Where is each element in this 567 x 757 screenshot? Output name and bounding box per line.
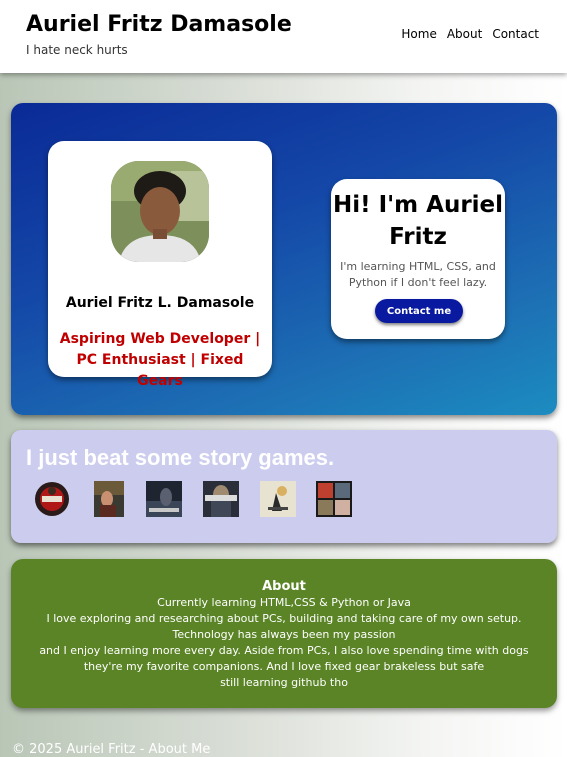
profile-role: Aspiring Web Developer | PC Enthusiast |… <box>59 331 261 389</box>
games-section: I just beat some story games. <box>11 430 557 543</box>
site-tagline: I hate neck hurts <box>26 43 128 57</box>
about-line: Technology has always been my passion <box>172 628 396 641</box>
site-header: Auriel Fritz Damasole I hate neck hurts … <box>0 0 567 73</box>
profile-photo <box>111 161 209 262</box>
hero-section: Auriel Fritz L. Damasole Aspiring Web De… <box>11 103 557 415</box>
footer-text: © 2025 Auriel Fritz - About Me <box>12 742 211 757</box>
greeting-text: I'm learning HTML, CSS, and Python if I … <box>340 260 496 289</box>
about-line: and I enjoy learning more every day. Asi… <box>39 644 529 673</box>
contact-me-button[interactable]: Contact me <box>375 299 463 323</box>
about-line: still learning github tho <box>220 676 348 689</box>
about-line: Currently learning HTML,CSS & Python or … <box>157 596 411 609</box>
profile-name: Auriel Fritz L. Damasole <box>65 295 255 311</box>
profile-card: Auriel Fritz L. Damasole Aspiring Web De… <box>48 141 272 389</box>
greeting-card: Hi! I'm Auriel Fritz I'm learning HTML, … <box>331 179 505 339</box>
nav-contact[interactable]: Contact <box>492 27 539 41</box>
game-icon-4 <box>203 481 239 517</box>
about-title: About <box>262 579 306 594</box>
nav-home[interactable]: Home <box>401 27 436 41</box>
the-last-of-us-icon <box>94 481 124 517</box>
games-title: I just beat some story games. <box>26 445 335 470</box>
about-line: I love exploring and researching about P… <box>46 612 522 625</box>
game-icon-3 <box>146 481 182 517</box>
gta-icon <box>316 481 352 517</box>
greeting-title: Hi! I'm Auriel Fritz <box>332 192 504 250</box>
main-nav: Home About Contact <box>401 27 539 41</box>
ghost-of-tsushima-icon <box>260 481 296 517</box>
nav-about[interactable]: About <box>447 27 482 41</box>
about-section: About Currently learning HTML,CSS & Pyth… <box>11 559 557 708</box>
site-title: Auriel Fritz Damasole <box>26 12 292 37</box>
red-dead-redemption-icon <box>34 481 70 517</box>
